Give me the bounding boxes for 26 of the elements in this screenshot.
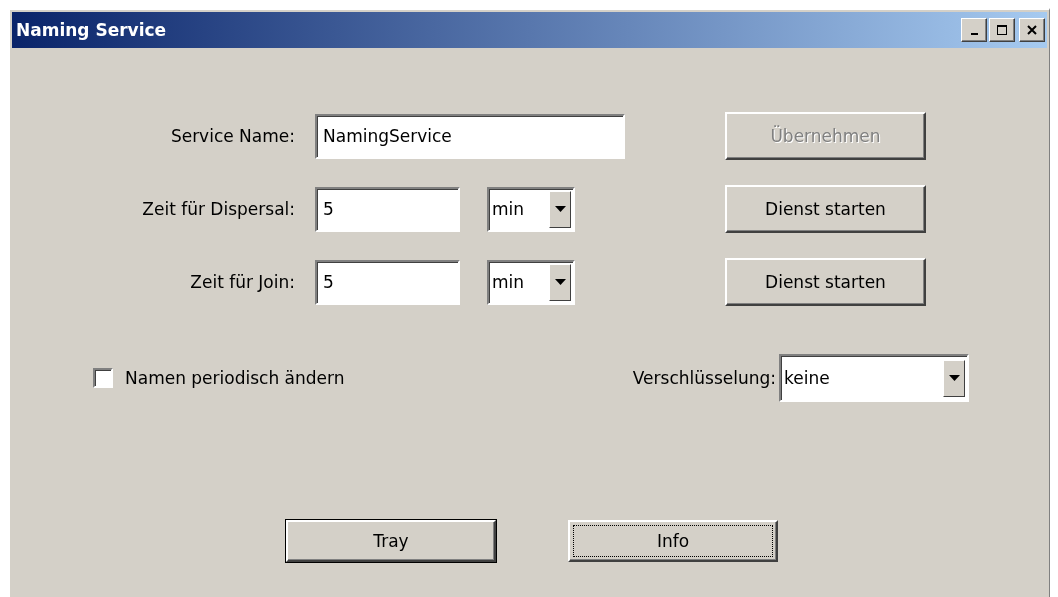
field-label: Verschlüsselung: [632,368,776,388]
dropdown-arrow-icon [554,206,566,212]
field-label: Service Name: [169,126,296,146]
close-icon [1027,25,1037,35]
input-field[interactable]: 5 [315,259,460,305]
window-title: Naming Service [16,20,167,40]
unit-dropdown[interactable]: min [487,186,575,232]
encryption-dropdown[interactable]: keine [779,354,969,402]
minimize-button[interactable] [961,18,987,42]
input-field[interactable]: 5 [315,186,460,232]
minimize-icon [970,33,978,35]
maximize-icon [997,25,1007,35]
unit-dropdown[interactable]: min [487,259,575,305]
checkbox-label: Namen periodisch ändern [125,368,345,388]
input-field[interactable]: NamingService [315,113,625,159]
focus-outline: Tray [372,530,410,553]
start-service-button[interactable]: Dienst starten [725,185,926,233]
field-label: Zeit für Join: [189,272,296,292]
tray-button[interactable]: Tray [286,520,496,562]
checkbox[interactable] [93,368,113,388]
dropdown-arrow-icon [554,279,566,285]
dropdown-arrow-icon [948,375,960,381]
close-button[interactable] [1019,18,1045,42]
field-label: Zeit für Dispersal: [141,199,296,219]
start-service-button[interactable]: Dienst starten [725,258,926,306]
maximize-button[interactable] [989,18,1015,42]
